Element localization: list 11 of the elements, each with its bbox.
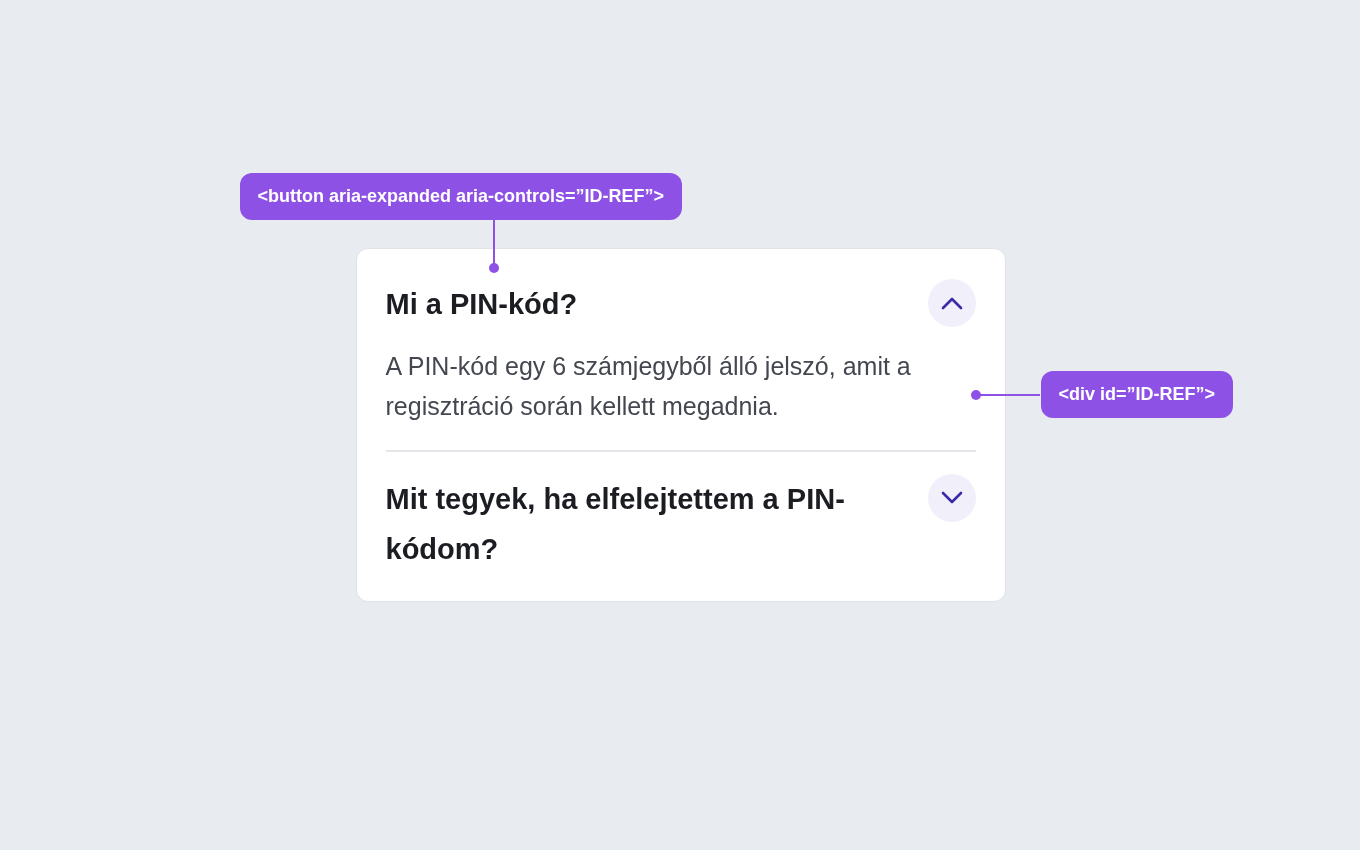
question-heading: Mit tegyek, ha elfelejtettem a PIN-kódom? (385, 482, 846, 567)
leader-line (969, 389, 1040, 401)
answer-text: A PIN-kód egy 6 számjegyből álló jelszó, amit a regisztráció során kellett megadnia. (385, 351, 912, 422)
code-annotation: <button aria-expanded aria-controls=”ID-REF”> (239, 173, 683, 220)
chevron-down-icon (940, 491, 963, 505)
question-heading: Mi a PIN-kód? (385, 287, 578, 322)
code-annotation: <div id=”ID-REF”> (1040, 371, 1234, 418)
toggle-button[interactable] (927, 279, 976, 327)
chevron-up-icon (940, 296, 963, 310)
toggle-button[interactable] (927, 474, 976, 522)
leader-line (487, 220, 500, 274)
